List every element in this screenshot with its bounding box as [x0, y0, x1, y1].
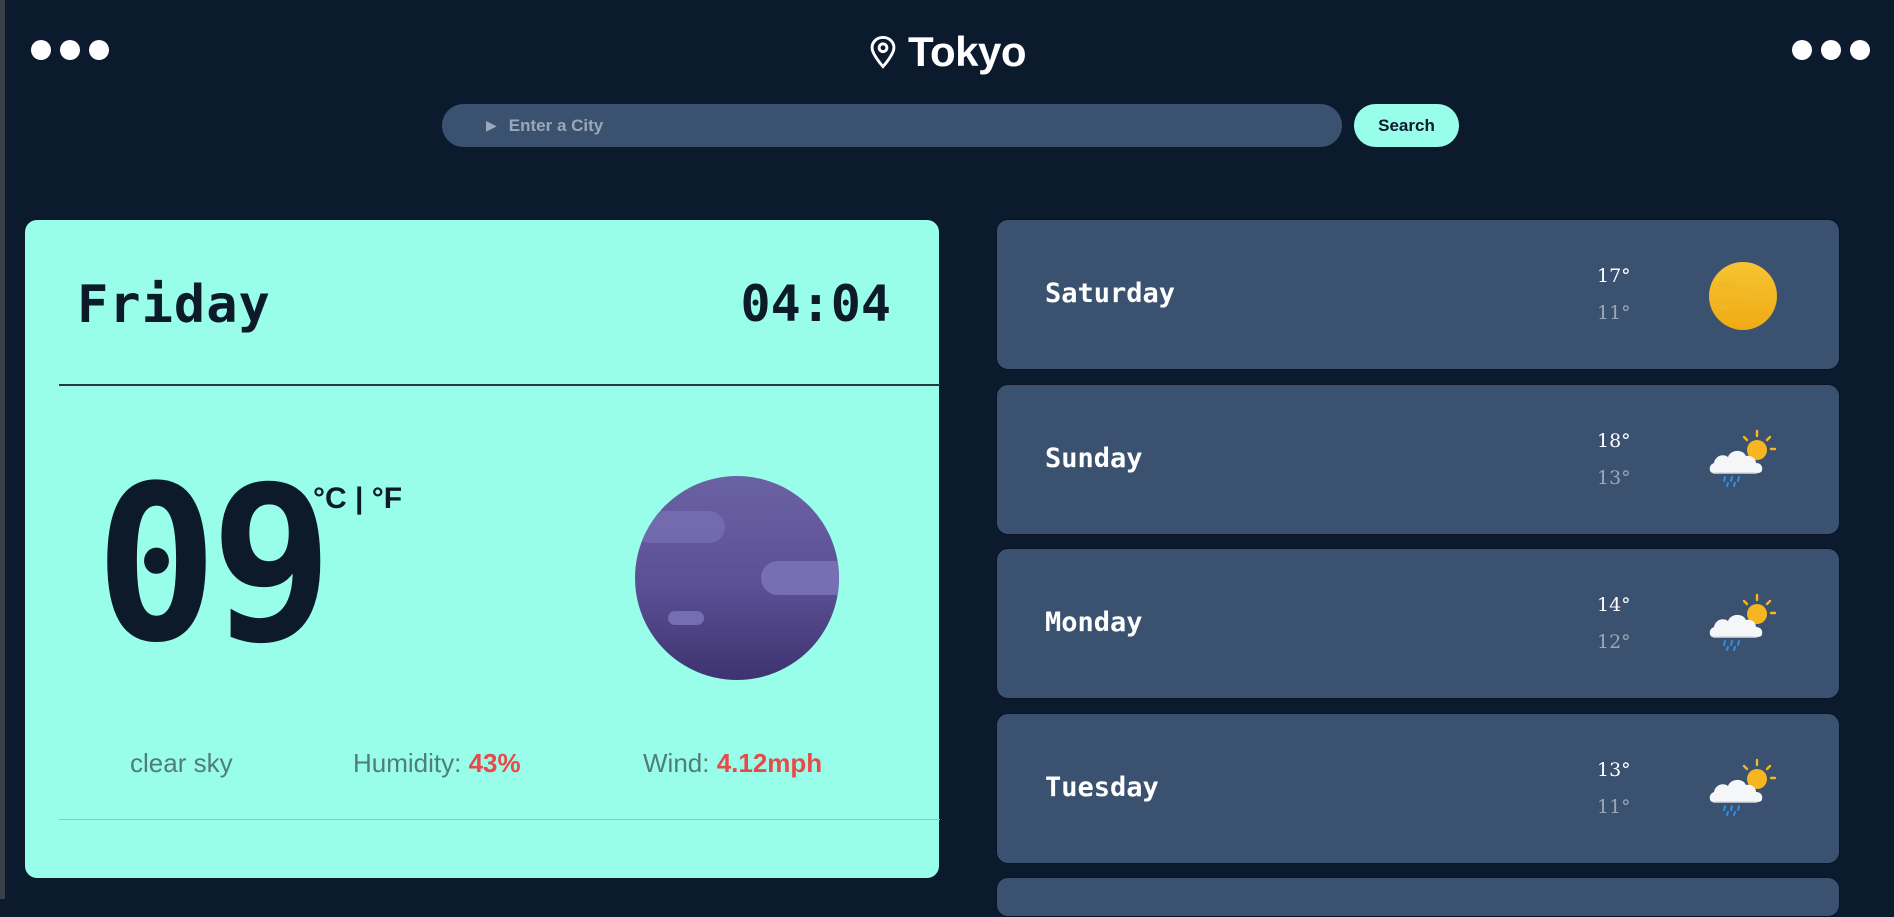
forecast-day: Sunday	[1045, 443, 1143, 474]
divider	[59, 384, 940, 386]
bottom-divider	[59, 819, 940, 820]
forecast-low: 11°	[1597, 796, 1631, 818]
play-icon: ▶	[486, 117, 497, 134]
unit-toggle[interactable]: °C | °F	[313, 482, 402, 516]
forecast-low: 13°	[1597, 467, 1631, 489]
search-bar[interactable]: ▶	[442, 104, 1342, 147]
sun-cloud-rain-icon	[1709, 429, 1777, 487]
forecast-card-saturday[interactable]: Saturday 17° 11°	[996, 219, 1840, 370]
forecast-high: 13°	[1597, 759, 1631, 781]
search-button[interactable]: Search	[1354, 104, 1459, 147]
forecast-card-tuesday[interactable]: Tuesday 13° 11°	[996, 713, 1840, 864]
current-day: Friday	[77, 275, 271, 335]
humidity-value: 43%	[468, 748, 521, 778]
forecast-day: Saturday	[1045, 278, 1176, 309]
city-name: Tokyo	[907, 28, 1027, 75]
location-header: Tokyo	[0, 28, 1894, 76]
forecast-low: 11°	[1597, 302, 1631, 324]
forecast-low: 12°	[1597, 631, 1631, 653]
city-search-input[interactable]	[506, 114, 1291, 137]
wind-label: Wind:	[643, 748, 710, 778]
wind-value: 4.12mph	[716, 748, 823, 778]
forecast-high: 18°	[1597, 430, 1631, 452]
location-pin-icon	[870, 35, 896, 69]
forecast-high: 14°	[1597, 594, 1631, 616]
forecast-day: Tuesday	[1045, 772, 1159, 803]
weather-description: clear sky	[130, 748, 233, 778]
wind: Wind: 4.12mph	[643, 748, 822, 779]
sun-cloud-rain-icon	[1709, 593, 1777, 651]
forecast-high: 17°	[1597, 265, 1631, 287]
sun-cloud-rain-icon	[1709, 758, 1777, 816]
forecast-card-sunday[interactable]: Sunday 18° 13°	[996, 384, 1840, 535]
current-time: 04:04	[740, 275, 891, 333]
forecast-card-monday[interactable]: Monday 14° 12°	[996, 548, 1840, 699]
sun-icon	[1709, 262, 1777, 330]
humidity: Humidity: 43%	[353, 748, 521, 779]
forecast-card-partial[interactable]	[996, 877, 1840, 917]
moon-clear-night-icon	[635, 476, 839, 680]
window-edge	[0, 0, 5, 899]
humidity-label: Humidity:	[353, 748, 462, 778]
current-weather-card: Friday 04:04 09 °C | °F clear sky Humidi…	[25, 220, 940, 878]
current-temperature: 09	[95, 439, 333, 690]
forecast-day: Monday	[1045, 607, 1143, 638]
